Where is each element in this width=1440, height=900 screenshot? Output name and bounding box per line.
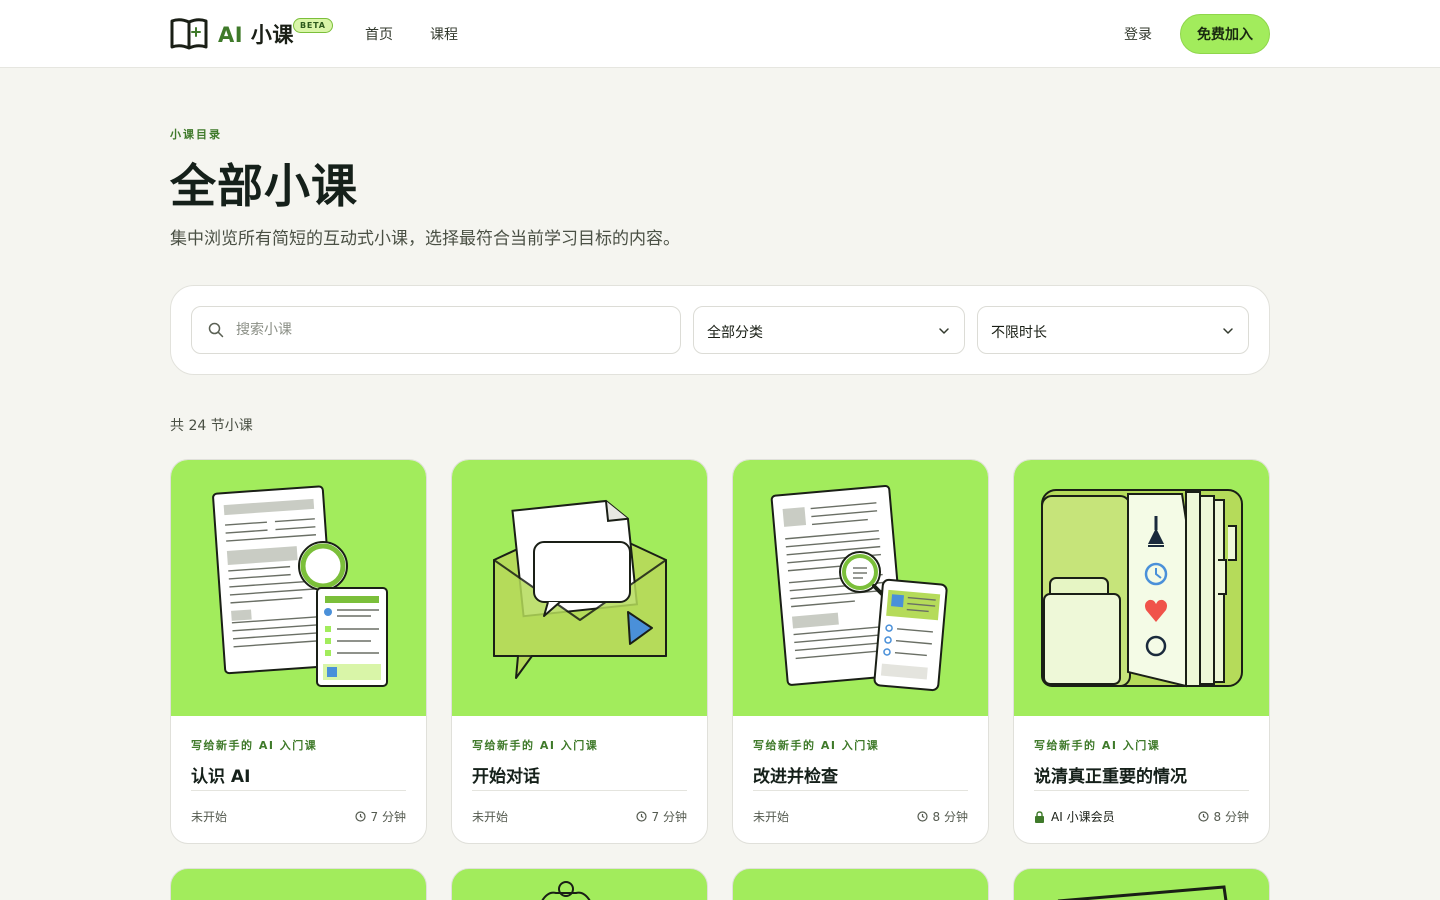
lesson-duration-text: 8 分钟 [1213, 810, 1249, 824]
lesson-status-text: 未开始 [753, 810, 790, 824]
lesson-card[interactable]: 写给新手的 AI 入门课 开始对话 未开始 7 分钟 [451, 459, 708, 844]
clock-icon [354, 811, 366, 822]
lesson-count: 共 24 节小课 [170, 418, 253, 434]
lesson-series: 写给新手的 AI 入门课 [191, 739, 318, 752]
documents-magnifier-illustration [212, 485, 388, 687]
lesson-card[interactable]: 写给新手的 AI 入门课 改进并检查 未开始 8 分钟 [732, 459, 989, 844]
lock-icon [1035, 810, 1044, 823]
lesson-title: 开始对话 [472, 767, 540, 787]
open-book-icon [170, 18, 208, 50]
category-select[interactable]: 全部分类 [693, 306, 965, 354]
page-title: 全部小课 [170, 159, 358, 213]
clipboard-illustration-partial [541, 881, 591, 900]
lesson-thumbnail [1014, 460, 1269, 716]
card-divider [472, 790, 687, 791]
lesson-thumbnail [733, 460, 988, 716]
brand-logo[interactable]: AI 小课 BETA [170, 16, 333, 52]
lesson-duration: 8 分钟 [916, 808, 968, 825]
section-eyebrow: 小课目录 [170, 128, 222, 141]
page-subtitle: 集中浏览所有简短的互动式小课，选择最符合当前学习目标的内容。 [170, 229, 680, 249]
category-select-value: 全部分类 [707, 325, 763, 341]
duration-select-value: 不限时长 [991, 325, 1047, 341]
join-free-button[interactable]: 免费加入 [1180, 14, 1270, 54]
card-divider [753, 790, 968, 791]
lesson-thumbnail [171, 460, 426, 716]
lesson-status: 未开始 [753, 808, 789, 825]
login-link[interactable]: 登录 [1124, 24, 1152, 44]
card-divider [191, 790, 406, 791]
search-box[interactable] [191, 306, 681, 354]
chevron-down-icon [939, 328, 949, 334]
duration-select[interactable]: 不限时长 [977, 306, 1249, 354]
search-input[interactable] [236, 307, 666, 353]
lesson-series: 写给新手的 AI 入门课 [472, 739, 599, 752]
search-icon [208, 322, 224, 338]
beta-badge: BETA [293, 18, 333, 33]
lesson-card-partial[interactable] [1013, 868, 1270, 900]
lesson-series: 写给新手的 AI 入门课 [753, 739, 880, 752]
folder-tabs-illustration [1041, 489, 1243, 688]
lesson-duration: 8 分钟 [1197, 808, 1249, 825]
lesson-title: 认识 AI [191, 767, 251, 787]
lesson-status: 未开始 [191, 808, 227, 825]
clock-icon [1197, 811, 1209, 822]
lesson-series: 写给新手的 AI 入门课 [1034, 739, 1161, 752]
lesson-card-partial[interactable] [170, 868, 427, 900]
filter-panel: 全部分类 不限时长 [170, 285, 1270, 375]
lesson-title: 改进并检查 [753, 767, 838, 787]
document-checklist-illustration [770, 484, 948, 692]
lesson-thumbnail [452, 460, 707, 716]
lesson-card[interactable]: 写给新手的 AI 入门课 认识 AI 未开始 7 分钟 [170, 459, 427, 844]
chevron-down-icon [1223, 328, 1233, 334]
lesson-title: 说清真正重要的情况 [1034, 767, 1187, 787]
lesson-status-text: 未开始 [191, 810, 228, 824]
lesson-status: AI 小课会员 [1034, 808, 1115, 825]
clock-icon [635, 811, 647, 822]
lesson-card-partial[interactable] [451, 868, 708, 900]
card-illustration-partial [1057, 885, 1228, 900]
lesson-duration: 7 分钟 [354, 808, 406, 825]
lesson-duration-text: 7 分钟 [651, 810, 687, 824]
clock-icon [916, 811, 928, 822]
lesson-status-text: AI 小课会员 [1051, 810, 1115, 824]
lesson-card[interactable]: 写给新手的 AI 入门课 说清真正重要的情况 AI 小课会员 8 分钟 [1013, 459, 1270, 844]
nav-home-link[interactable]: 首页 [365, 24, 393, 44]
lesson-duration-text: 7 分钟 [370, 810, 406, 824]
top-navbar: AI 小课 BETA 首页 课程 登录 免费加入 [0, 0, 1440, 68]
lesson-duration-text: 8 分钟 [932, 810, 968, 824]
lesson-duration: 7 分钟 [635, 808, 687, 825]
lesson-status: 未开始 [472, 808, 508, 825]
envelope-chat-illustration [493, 499, 667, 679]
lesson-card-partial[interactable] [732, 868, 989, 900]
nav-courses-link[interactable]: 课程 [430, 24, 458, 44]
card-divider [1034, 790, 1249, 791]
lesson-status-text: 未开始 [472, 810, 509, 824]
brand-name: AI 小课 [218, 23, 294, 47]
